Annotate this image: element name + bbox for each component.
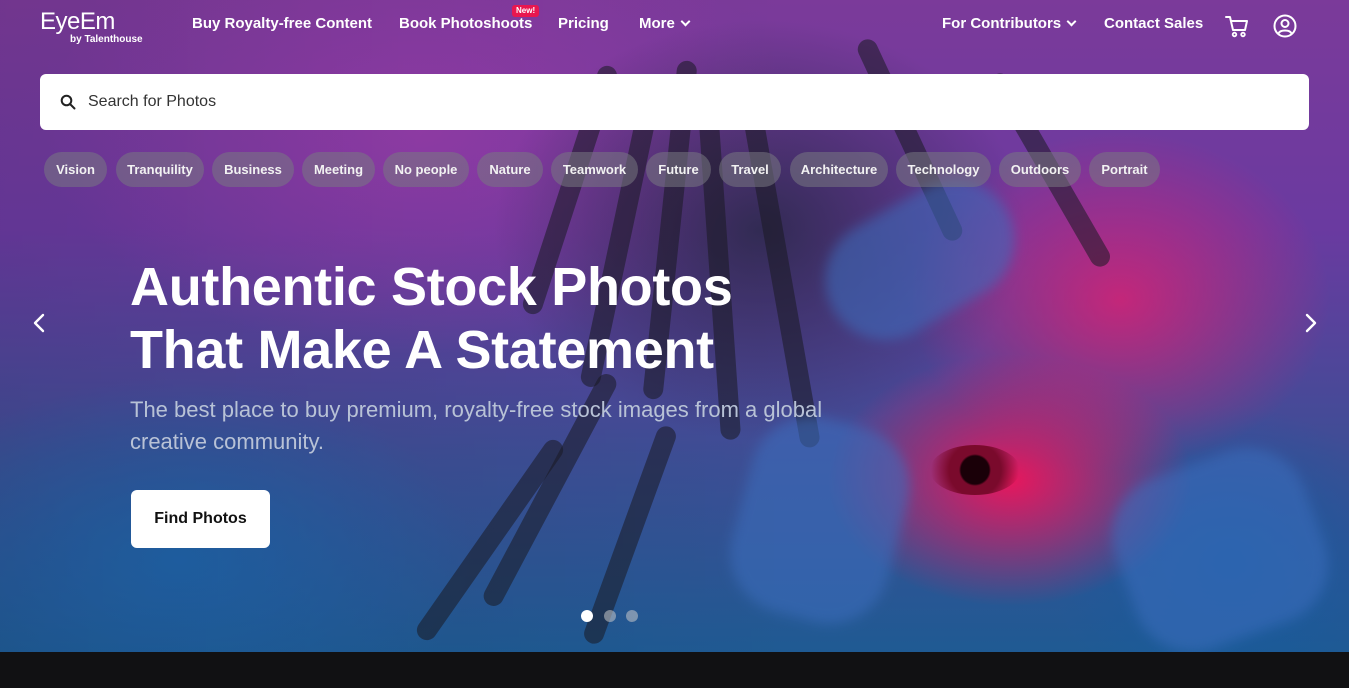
hero-title-line: That Make A Statement: [130, 320, 714, 380]
tag-chip[interactable]: Future: [646, 152, 711, 187]
nav-for-contributors-label: For Contributors: [942, 15, 1062, 32]
tag-chip[interactable]: Travel: [719, 152, 781, 187]
carousel-dot[interactable]: [604, 610, 616, 622]
nav-for-contributors[interactable]: For Contributors: [942, 15, 1077, 33]
tag-chip[interactable]: Nature: [477, 152, 543, 187]
tag-chip[interactable]: Outdoors: [999, 152, 1081, 187]
tag-chip[interactable]: Tranquility: [116, 152, 204, 187]
tag-chip[interactable]: No people: [383, 152, 469, 187]
tag-chip[interactable]: Portrait: [1089, 152, 1160, 187]
hero-subtitle: The best place to buy premium, royalty-f…: [130, 397, 823, 454]
brand-byline: by Talenthouse: [70, 34, 143, 45]
nav-buy-royalty-free[interactable]: Buy Royalty-free Content: [192, 15, 372, 33]
tag-chip[interactable]: Business: [212, 152, 294, 187]
new-badge: New!: [512, 5, 540, 17]
chevron-down-icon: [1066, 16, 1077, 27]
search-bar: [40, 74, 1309, 130]
hero-photo-eye: [930, 445, 1020, 495]
tag-chip[interactable]: Meeting: [302, 152, 375, 187]
tag-chip[interactable]: Technology: [896, 152, 991, 187]
find-photos-button[interactable]: Find Photos: [131, 490, 270, 548]
carousel-dot[interactable]: [626, 610, 638, 622]
nav-contact-sales[interactable]: Contact Sales: [1104, 15, 1203, 33]
brand-name: EyeEm: [40, 8, 115, 35]
top-navigation: EyeEm by Talenthouse Buy Royalty-free Co…: [0, 0, 1349, 50]
carousel-dot[interactable]: [581, 610, 593, 622]
hero-title-line: Authentic Stock Photos: [130, 257, 733, 317]
nav-more-label: More: [639, 15, 675, 32]
hero-title: Authentic Stock Photos That Make A State…: [130, 256, 890, 382]
nav-more[interactable]: More: [639, 15, 691, 33]
chevron-left-icon[interactable]: [27, 310, 53, 336]
search-icon: [60, 94, 76, 110]
user-circle-icon[interactable]: [1272, 13, 1298, 39]
page-below-hero: [0, 652, 1349, 688]
nav-book-photoshoots[interactable]: Book Photoshoots: [399, 15, 532, 33]
chevron-right-icon[interactable]: [1297, 310, 1323, 336]
nav-pricing[interactable]: Pricing: [558, 15, 609, 33]
tag-chip[interactable]: Vision: [44, 152, 107, 187]
chevron-down-icon: [680, 16, 691, 27]
tag-chip[interactable]: Teamwork: [551, 152, 638, 187]
brand-logo[interactable]: EyeEm by Talenthouse: [40, 8, 143, 46]
tag-chip[interactable]: Architecture: [790, 152, 888, 187]
cart-icon[interactable]: [1224, 13, 1250, 39]
search-input[interactable]: [88, 74, 1288, 130]
